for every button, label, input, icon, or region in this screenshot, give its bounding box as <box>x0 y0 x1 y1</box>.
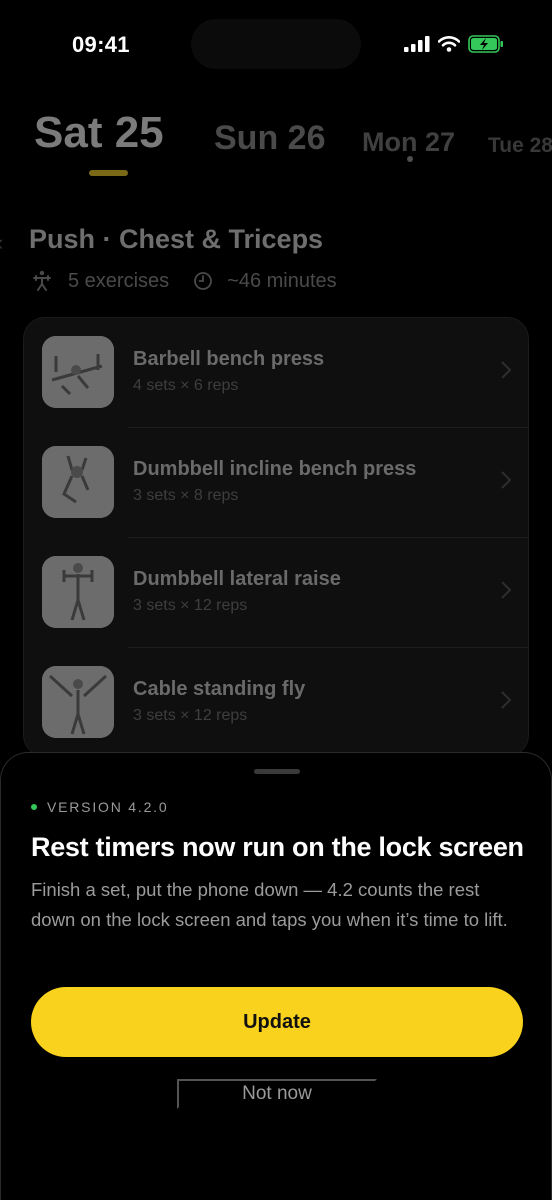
chevron-left-icon: ‹ <box>0 230 3 256</box>
dynamic-island <box>191 19 361 69</box>
exercise-row[interactable]: Barbell bench press 4 sets × 6 reps <box>24 318 528 428</box>
chevron-right-icon <box>501 691 512 709</box>
exercise-name: Cable standing fly <box>133 678 306 700</box>
update-headline: Rest timers now run on the lock screen <box>31 832 524 862</box>
exercise-row[interactable]: Dumbbell incline bench press 3 sets × 8 … <box>24 428 528 538</box>
day-tab-selected[interactable]: Sat 25 <box>34 108 164 158</box>
day-tab[interactable]: Tue 28 <box>488 134 552 158</box>
workout-duration: ~46 minutes <box>227 269 337 292</box>
exercise-thumbnail <box>42 336 114 408</box>
status-icons <box>404 35 504 53</box>
day-strip: ‹ Sat 25 Sun 26 Mon 27 Tue 28 <box>0 104 552 255</box>
figure-strength-icon <box>33 270 51 291</box>
exercise-list: Barbell bench press 4 sets × 6 reps Dumb… <box>23 317 529 757</box>
status-time: 09:41 <box>72 32 130 57</box>
version-label: VERSION 4.2.0 <box>31 799 168 815</box>
sheet-grabber[interactable] <box>254 769 300 774</box>
exercise-sets: 3 sets × 12 reps <box>133 597 248 614</box>
exercise-count: 5 exercises <box>68 269 170 292</box>
wifi-icon <box>438 36 460 52</box>
exercise-sets: 3 sets × 8 reps <box>133 487 239 504</box>
chevron-right-icon <box>501 581 512 599</box>
status-bar: 09:41 <box>0 0 552 90</box>
app-screen: ‹ Sat 25 Sun 26 Mon 27 Tue 28 Push · Che… <box>0 0 552 1200</box>
exercise-sets: 4 sets × 6 reps <box>133 377 239 394</box>
day-tab[interactable]: Sun 26 <box>214 119 325 158</box>
exercise-thumbnail <box>42 666 114 738</box>
workout-title: Push · Chest & Triceps <box>29 224 324 254</box>
selected-day-indicator <box>89 170 128 176</box>
day-tab[interactable]: Mon 27 <box>362 127 455 158</box>
exercise-name: Barbell bench press <box>133 348 325 370</box>
exercise-thumbnail <box>42 446 114 518</box>
exercise-row[interactable]: Dumbbell lateral raise 3 sets × 12 reps <box>24 538 528 648</box>
not-now-button[interactable]: Not now <box>177 1079 377 1109</box>
update-description: Finish a set, put the phone down — 4.2 c… <box>31 879 508 930</box>
clock-icon <box>194 272 213 290</box>
chevron-right-icon <box>501 471 512 489</box>
exercise-name: Dumbbell incline bench press <box>133 458 417 480</box>
update-bottom-sheet: VERSION 4.2.0 Rest timers now run on the… <box>0 752 552 1200</box>
exercise-row[interactable]: Cable standing fly 3 sets × 12 reps <box>24 648 528 756</box>
version-text: VERSION 4.2.0 <box>47 799 169 815</box>
chevron-right-icon <box>501 361 512 379</box>
exercise-name: Dumbbell lateral raise <box>133 568 341 590</box>
scheduled-dot-indicator <box>407 156 413 162</box>
exercise-thumbnail <box>42 556 114 628</box>
update-button[interactable]: Update <box>31 987 523 1057</box>
exercise-sets: 3 sets × 12 reps <box>133 707 248 724</box>
workout-meta: 5 exercises ~46 minutes <box>30 269 337 293</box>
status-dot-icon <box>31 804 37 810</box>
battery-charging-icon <box>468 35 503 53</box>
cellular-signal-icon <box>404 36 430 52</box>
